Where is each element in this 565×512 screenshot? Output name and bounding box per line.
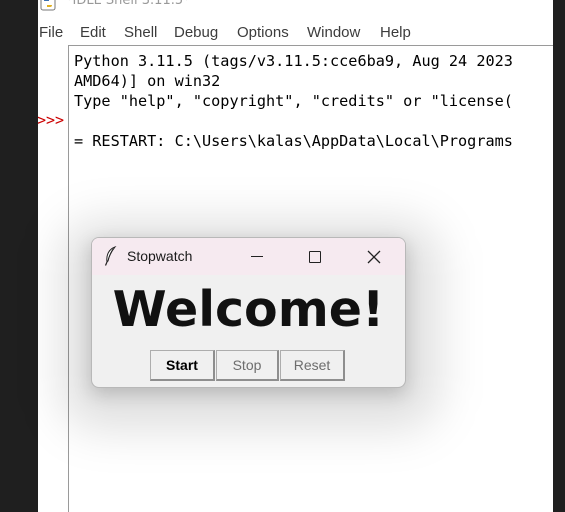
stopwatch-display: Welcome!: [112, 281, 385, 338]
menu-file[interactable]: File: [39, 24, 63, 41]
maximize-button[interactable]: [292, 238, 338, 275]
python-icon: [40, 0, 56, 11]
feather-icon: [104, 246, 117, 266]
minimize-icon: [251, 256, 263, 257]
stop-button[interactable]: Stop: [216, 350, 279, 381]
shell-line: = RESTART: C:\Users\kalas\AppData\Local\…: [74, 132, 513, 150]
start-button[interactable]: Start: [150, 350, 215, 381]
shell-output: Python 3.11.5 (tags/v3.11.5:cce6ba9, Aug…: [74, 51, 513, 151]
shell-line: Python 3.11.5 (tags/v3.11.5:cce6ba9, Aug…: [74, 52, 513, 70]
desktop-background-right: [553, 0, 565, 512]
close-button[interactable]: [351, 238, 397, 275]
stopwatch-title: Stopwatch: [127, 248, 193, 264]
shell-line: Type "help", "copyright", "credits" or "…: [74, 92, 513, 110]
stopwatch-titlebar[interactable]: Stopwatch: [92, 238, 405, 275]
minimize-button[interactable]: [234, 238, 280, 275]
menu-options[interactable]: Options: [237, 24, 289, 41]
close-icon: [367, 250, 381, 263]
shell-line: AMD64)] on win32: [74, 72, 221, 90]
desktop-background-left: [0, 0, 38, 512]
stopwatch-window: Stopwatch Welcome! Start Stop Reset: [91, 237, 406, 388]
shell-line: ​: [74, 111, 513, 131]
shell-prompt: >>>: [38, 111, 65, 129]
maximize-icon: [309, 250, 321, 263]
menu-help[interactable]: Help: [380, 24, 411, 41]
menu-shell[interactable]: Shell: [124, 24, 157, 41]
menu-debug[interactable]: Debug: [174, 24, 218, 41]
reset-button[interactable]: Reset: [280, 350, 345, 381]
menu-edit[interactable]: Edit: [80, 24, 106, 41]
menubar: File Edit Shell Debug Options Window Hel…: [38, 22, 553, 44]
menu-window[interactable]: Window: [307, 24, 360, 41]
idle-titlebar: *IDLE Shell 3.11.5*: [38, 0, 553, 14]
idle-window-title: *IDLE Shell 3.11.5*: [66, 0, 190, 8]
